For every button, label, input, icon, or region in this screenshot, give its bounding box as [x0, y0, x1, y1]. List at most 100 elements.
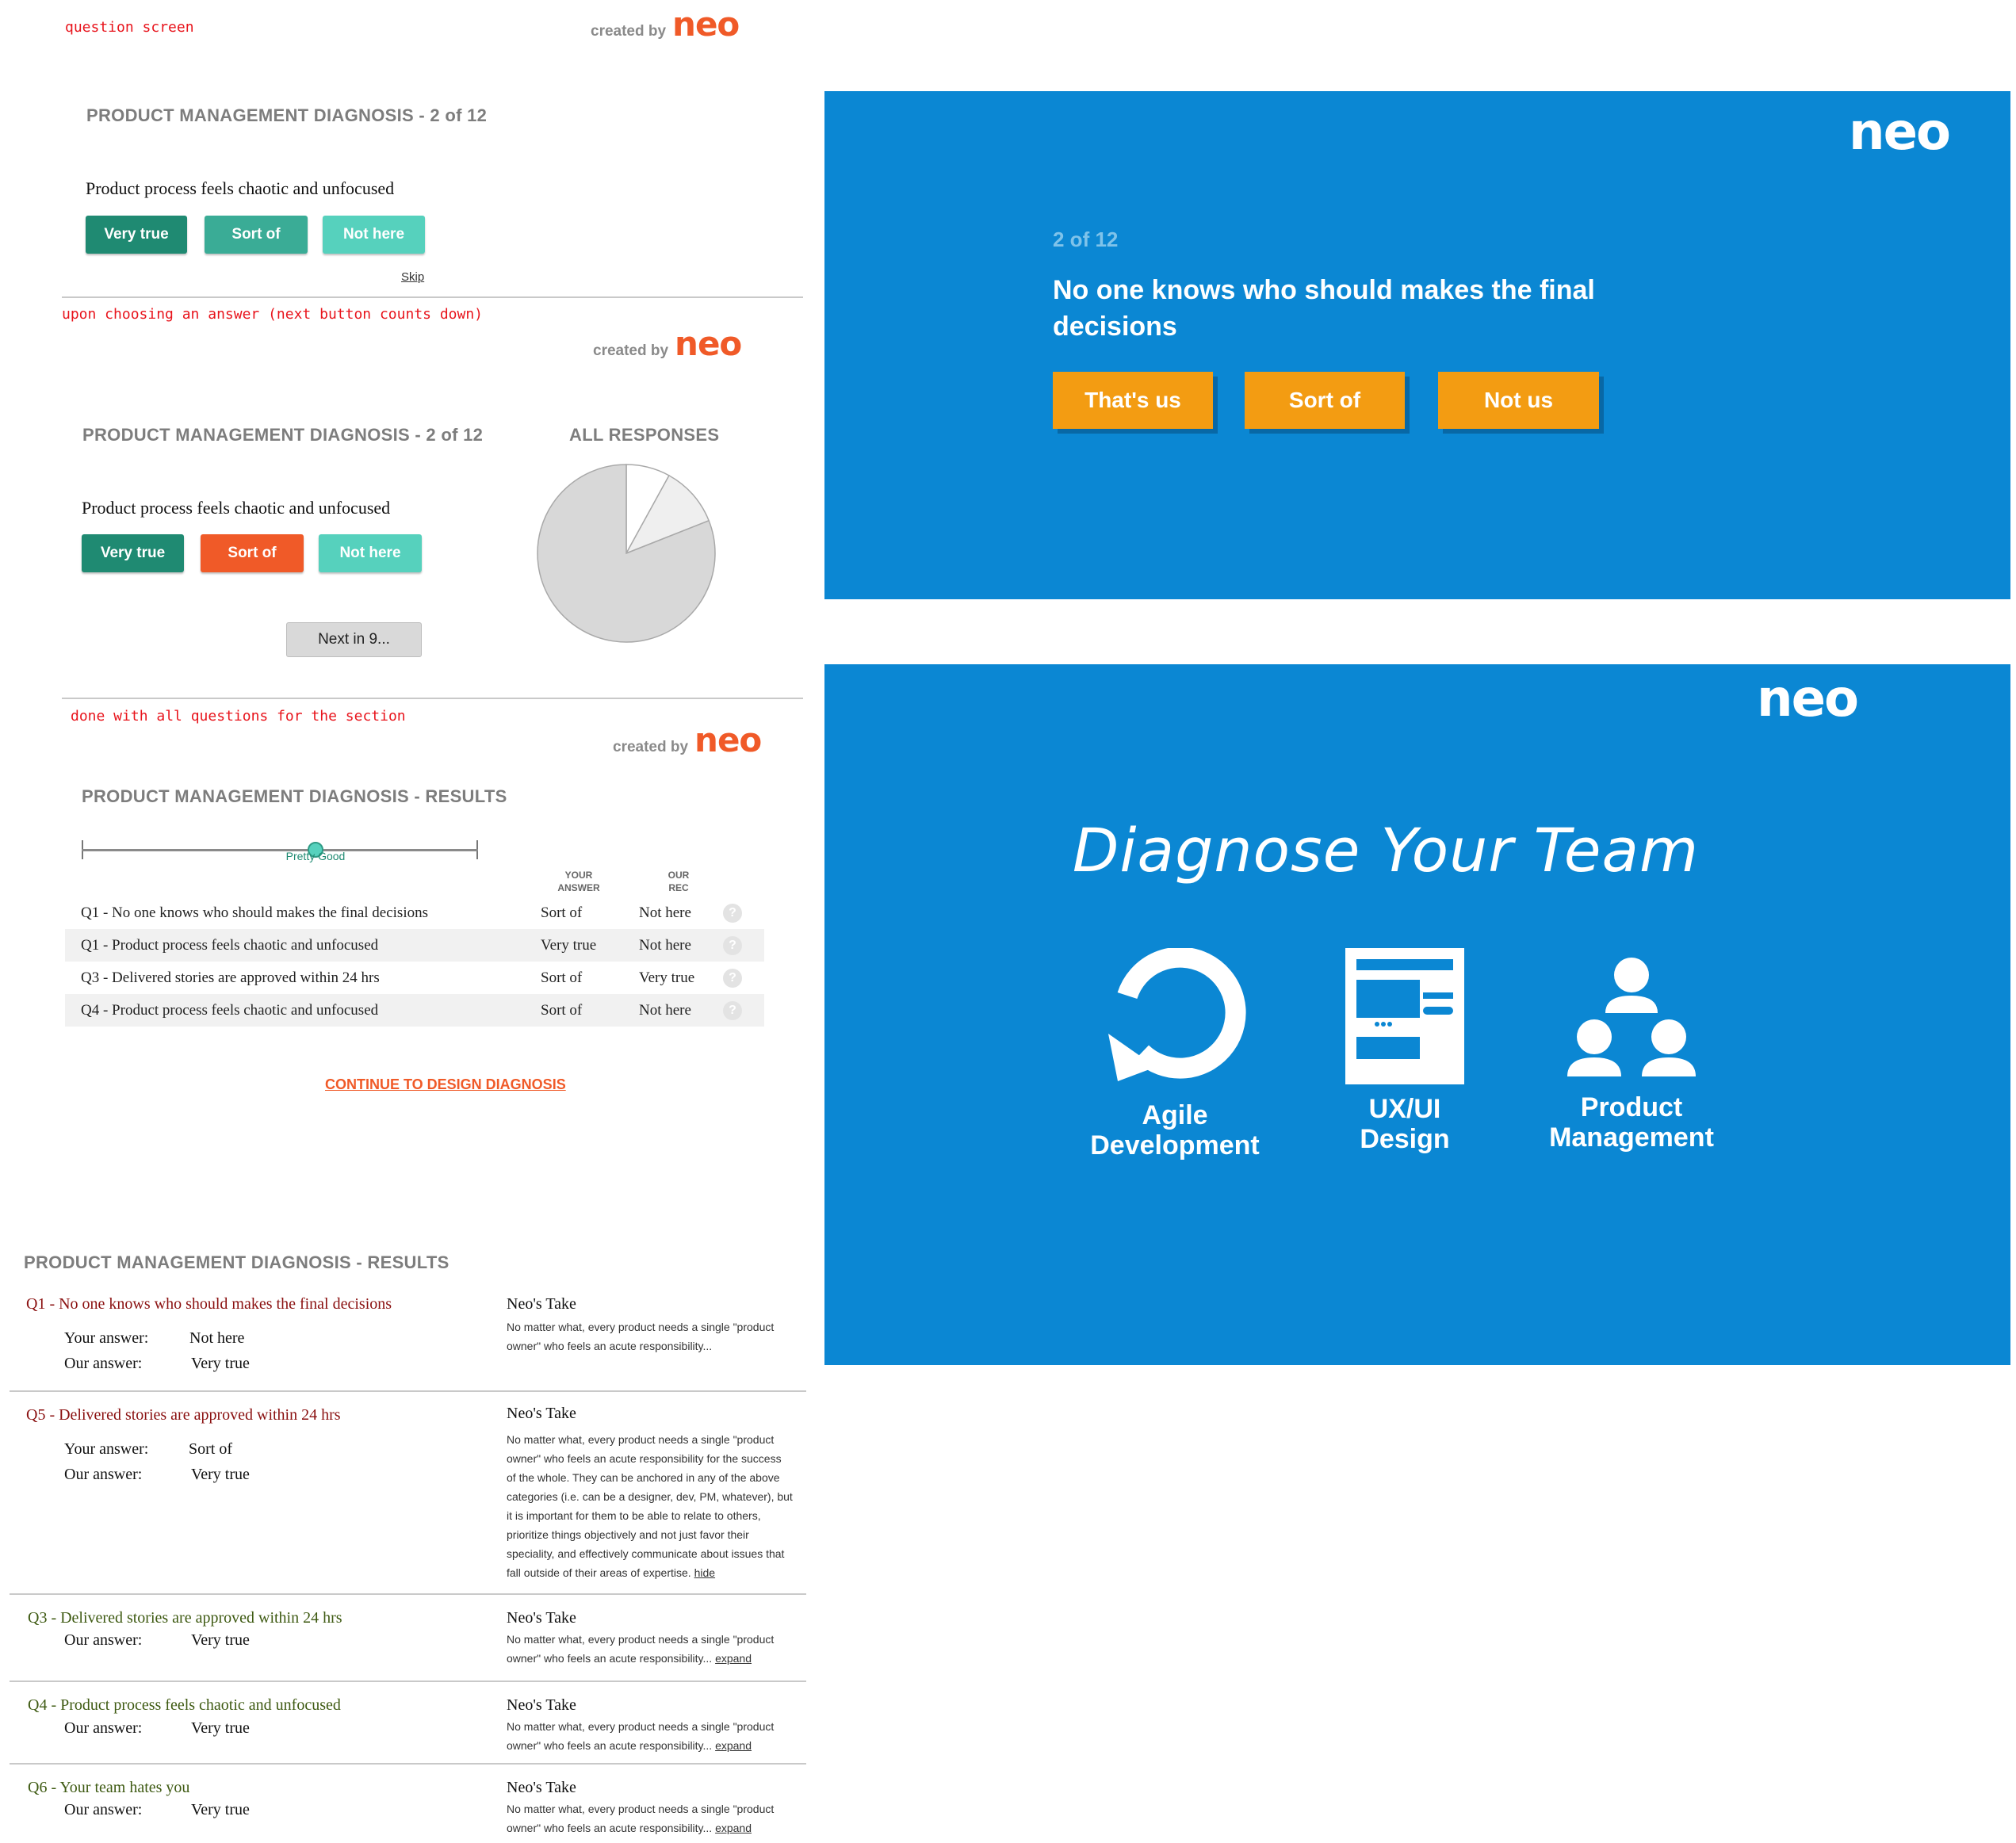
neo-logo: neo	[675, 324, 742, 363]
very-true-button[interactable]: Very true	[82, 534, 184, 572]
divider	[10, 1390, 806, 1392]
neos-take-title: Neo's Take	[507, 1779, 576, 1796]
table-row: Q1 - Product process feels chaotic and u…	[65, 929, 764, 962]
our-answer-label: Our answer:	[64, 1466, 143, 1483]
question-line: No one knows who should makes the final	[1053, 275, 1595, 305]
expand-link[interactable]: expand	[715, 1652, 752, 1665]
service-agile-development[interactable]: Agile Development	[1072, 948, 1278, 1160]
page-title: PRODUCT MANAGEMENT DIAGNOSIS - 2 of 12	[82, 425, 484, 445]
results-table: Q1 - No one knows who should makes the f…	[65, 897, 764, 1027]
wireframe-icon	[1345, 948, 1464, 1084]
not-here-button[interactable]: Not here	[323, 216, 425, 254]
question-text: Product process feels chaotic and unfocu…	[82, 498, 391, 518]
row-our-rec: Very true	[639, 969, 695, 986]
neos-take-text: No matter what, every product needs a si…	[507, 1317, 792, 1355]
created-by-label: created by	[591, 23, 667, 40]
our-answer-label: Our answer:	[64, 1719, 143, 1737]
take-body: No matter what, every product needs a si…	[507, 1433, 793, 1579]
table-row: Q1 - No one knows who should makes the f…	[65, 897, 764, 929]
neos-take-text: No matter what, every product needs a si…	[507, 1799, 792, 1837]
result-question: Q5 - Delivered stories are approved with…	[26, 1406, 341, 1424]
help-icon[interactable]: ?	[723, 968, 742, 988]
table-row: Q3 - Delivered stories are approved with…	[65, 962, 764, 994]
neos-take-title: Neo's Take	[507, 1609, 576, 1627]
annotation-done: done with all questions for the section	[71, 708, 406, 725]
page-title: PRODUCT MANAGEMENT DIAGNOSIS - RESULTS	[82, 786, 507, 806]
thats-us-button[interactable]: That's us	[1053, 372, 1213, 429]
our-rec-column-header: OUR REC	[648, 869, 709, 894]
divider	[10, 1763, 806, 1765]
help-icon[interactable]: ?	[723, 903, 742, 923]
very-true-button[interactable]: Very true	[86, 216, 187, 254]
neos-take-text: No matter what, every product needs a si…	[507, 1717, 792, 1755]
continue-link[interactable]: CONTINUE TO DESIGN DIAGNOSIS	[325, 1076, 566, 1093]
row-our-rec: Not here	[639, 904, 691, 921]
question-progress: 2 of 12	[1053, 228, 1119, 251]
your-answer-value: Sort of	[189, 1440, 232, 1458]
row-your-answer: Very true	[541, 936, 597, 954]
hide-link[interactable]: hide	[694, 1566, 715, 1579]
service-label-line: Development	[1090, 1130, 1260, 1160]
help-icon[interactable]: ?	[723, 1000, 742, 1020]
question-text: No one knows who should makes the final …	[1053, 272, 1595, 345]
row-question: Q3 - Delivered stories are approved with…	[81, 969, 380, 986]
column-header-line: YOUR	[564, 870, 593, 881]
service-label-line: Design	[1360, 1124, 1450, 1154]
not-here-button[interactable]: Not here	[319, 534, 422, 572]
neo-logo: neo	[1849, 103, 1951, 162]
created-by-label: created by	[613, 739, 689, 755]
created-by-neo: created by neo	[591, 8, 740, 41]
question-text: Product process feels chaotic and unfocu…	[86, 178, 395, 198]
sort-of-button-selected[interactable]: Sort of	[201, 534, 304, 572]
row-question: Q1 - Product process feels chaotic and u…	[81, 936, 379, 954]
our-answer-value: Very true	[191, 1801, 250, 1818]
divider	[62, 698, 803, 699]
service-label-line: Management	[1549, 1122, 1714, 1153]
diagnose-title: Diagnose Your Team	[1072, 815, 1700, 885]
all-responses-title: ALL RESPONSES	[569, 425, 720, 445]
service-product-management[interactable]: Product Management	[1528, 948, 1735, 1153]
our-answer-value: Very true	[191, 1466, 250, 1483]
your-answer-label: Your answer:	[64, 1440, 149, 1458]
team-icon	[1567, 958, 1696, 1076]
annotation-question-screen: question screen	[65, 19, 194, 36]
our-answer-value: Very true	[191, 1355, 250, 1372]
row-question: Q1 - No one knows who should makes the f…	[81, 904, 428, 921]
your-answer-value: Not here	[189, 1329, 245, 1347]
refresh-icon	[1108, 948, 1246, 1081]
next-countdown-button[interactable]: Next in 9...	[286, 622, 422, 657]
sort-of-button[interactable]: Sort of	[1245, 372, 1405, 429]
neos-take-text: No matter what, every product needs a si…	[507, 1430, 794, 1582]
neos-take-text: No matter what, every product needs a si…	[507, 1630, 792, 1668]
diagnose-landing-panel: neo Diagnose Your Team Agile Development…	[824, 664, 2010, 1365]
service-ux-ui-design[interactable]: UX/UI Design	[1302, 948, 1508, 1154]
our-answer-value: Very true	[191, 1631, 250, 1649]
expand-link[interactable]: expand	[715, 1739, 752, 1752]
result-question: Q3 - Delivered stories are approved with…	[28, 1609, 342, 1627]
service-label-line: Agile	[1142, 1100, 1208, 1130]
neo-logo: neo	[1757, 670, 1859, 728]
question-line: decisions	[1053, 312, 1177, 342]
row-your-answer: Sort of	[541, 1001, 583, 1019]
created-by-neo: created by neo	[593, 324, 742, 363]
your-answer-label: Your answer:	[64, 1329, 149, 1347]
result-question: Q6 - Your team hates you	[28, 1779, 190, 1796]
annotation-upon-choosing: upon choosing an answer (next button cou…	[62, 306, 484, 323]
skip-link[interactable]: Skip	[401, 270, 424, 284]
our-answer-label: Our answer:	[64, 1631, 143, 1649]
neos-take-title: Neo's Take	[507, 1405, 576, 1422]
created-by-neo: created by neo	[613, 724, 762, 757]
column-header-line: ANSWER	[557, 882, 600, 894]
neos-take-title: Neo's Take	[507, 1696, 576, 1714]
divider	[62, 296, 803, 298]
score-label: Pretty Good	[285, 850, 346, 862]
sort-of-button[interactable]: Sort of	[205, 216, 308, 254]
expand-link[interactable]: expand	[715, 1822, 752, 1834]
result-question: Q4 - Product process feels chaotic and u…	[28, 1696, 341, 1714]
not-us-button[interactable]: Not us	[1438, 372, 1599, 429]
row-your-answer: Sort of	[541, 904, 583, 921]
service-label: UX/UI Design	[1302, 1094, 1508, 1154]
help-icon[interactable]: ?	[723, 935, 742, 955]
row-your-answer: Sort of	[541, 969, 583, 986]
divider	[10, 1680, 806, 1682]
